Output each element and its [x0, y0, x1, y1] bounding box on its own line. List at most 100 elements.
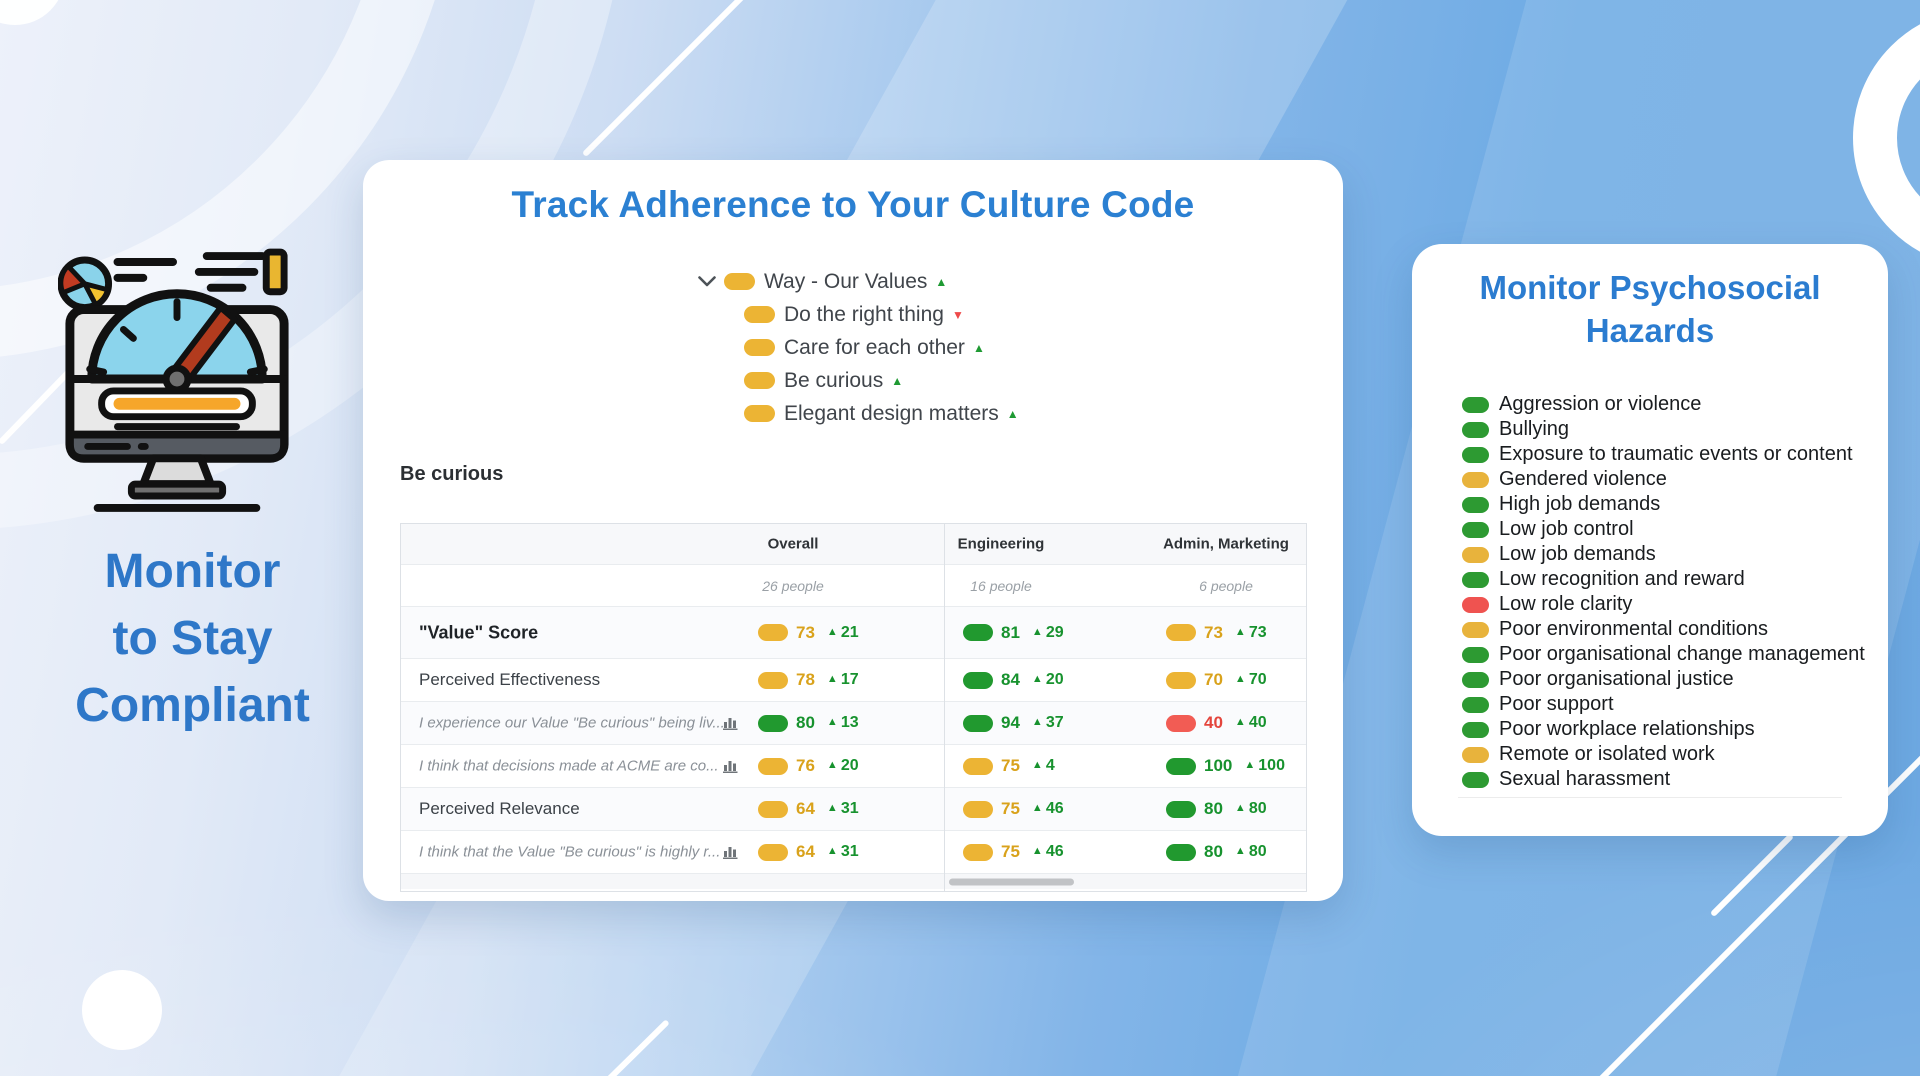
status-pill — [1462, 546, 1489, 563]
score-pill — [758, 800, 788, 818]
list-item: Gendered violence — [1462, 467, 1865, 492]
score-pill — [724, 273, 755, 290]
table-row: I think that decisions made at ACME are … — [401, 744, 1306, 787]
trend-arrow-icon: ▲ — [1031, 802, 1043, 814]
score-pill — [758, 714, 788, 732]
tree-item-way-our-values[interactable]: Way - Our Values ▲ — [698, 265, 1019, 298]
list-item: Poor workplace relationships — [1462, 717, 1865, 742]
bar-chart-icon[interactable] — [723, 716, 739, 730]
list-item: Poor organisational justice — [1462, 667, 1865, 692]
list-item: Low job control — [1462, 517, 1865, 542]
trend-arrow-icon: ▼ — [951, 307, 964, 322]
trend-arrow-icon: ▲ — [826, 625, 838, 638]
decorative-line — [581, 0, 746, 158]
chevron-down-icon[interactable] — [698, 276, 716, 287]
trend-arrow-icon: ▲ — [935, 274, 948, 289]
culture-code-card: Track Adherence to Your Culture Code Way… — [363, 160, 1343, 901]
list-item: Poor organisational change management — [1462, 642, 1865, 667]
trend-arrow-icon: ▲ — [1031, 673, 1043, 685]
table-row: I experience our Value "Be curious" bein… — [401, 701, 1306, 744]
column-header: Engineering — [957, 535, 1045, 553]
trend-arrow-icon: ▲ — [1244, 759, 1256, 771]
status-pill — [1462, 696, 1489, 713]
column-divider — [944, 524, 945, 891]
list-item: Poor support — [1462, 692, 1865, 717]
score-pill — [963, 757, 993, 775]
list-item: Sexual harassment — [1462, 767, 1865, 792]
bar-chart-icon[interactable] — [723, 845, 739, 859]
score-pill — [744, 339, 775, 356]
list-item: Bullying — [1462, 417, 1865, 442]
list-item: High job demands — [1462, 492, 1865, 517]
divider — [1458, 797, 1842, 798]
status-pill — [1462, 646, 1489, 663]
people-count-row: 26 people 16 people 6 people — [401, 564, 1306, 606]
status-pill — [1462, 671, 1489, 688]
list-item: Remote or isolated work — [1462, 742, 1865, 767]
caption-line: Monitor — [104, 545, 281, 598]
tree-item-elegant-design-matters[interactable]: Elegant design matters ▲ — [744, 397, 1019, 430]
trend-arrow-icon: ▲ — [1031, 845, 1043, 857]
tree-item-care-for-each-other[interactable]: Care for each other ▲ — [744, 331, 1019, 364]
list-item: Aggression or violence — [1462, 392, 1865, 417]
score-pill — [963, 624, 993, 641]
list-item: Exposure to traumatic events or content — [1462, 442, 1865, 467]
trend-arrow-icon: ▲ — [1234, 802, 1246, 814]
status-pill — [1462, 471, 1489, 488]
tree-item-do-the-right-thing[interactable]: Do the right thing ▼ — [744, 298, 1019, 331]
trend-arrow-icon: ▲ — [1234, 845, 1246, 857]
table-row: "Value" Score 73 ▲ 21 81 ▲ 29 73 ▲ 73 — [401, 606, 1306, 658]
bar-chart-icon[interactable] — [723, 759, 739, 773]
table-scroll-row — [401, 873, 1306, 889]
list-item: Poor environmental conditions — [1462, 617, 1865, 642]
score-pill — [1166, 714, 1196, 732]
table-row: I think that the Value "Be curious" is h… — [401, 830, 1306, 873]
trend-arrow-icon: ▲ — [1006, 406, 1019, 421]
card-title: Monitor Psychosocial Hazards — [1479, 269, 1821, 349]
left-caption: Monitor to Stay Compliant — [20, 538, 365, 739]
caption-line: to Stay — [112, 612, 273, 665]
status-pill — [1462, 596, 1489, 613]
column-header: Admin, Marketing — [1163, 535, 1289, 553]
table-row: Perceived Relevance 64 ▲ 31 75 ▲ 46 80 ▲ 80 — [401, 787, 1306, 830]
status-pill — [1462, 771, 1489, 788]
score-pill — [963, 843, 993, 861]
score-pill — [758, 624, 788, 641]
status-pill — [1462, 396, 1489, 413]
score-pill — [963, 671, 993, 689]
score-pill — [963, 714, 993, 732]
status-pill — [1462, 746, 1489, 763]
trend-arrow-icon: ▲ — [1234, 716, 1246, 728]
trend-arrow-icon: ▲ — [1031, 759, 1043, 771]
score-pill — [758, 843, 788, 861]
section-heading: Be curious — [400, 463, 504, 485]
trend-arrow-icon: ▲ — [1031, 625, 1043, 638]
horizontal-scrollbar-thumb[interactable] — [949, 878, 1074, 885]
trend-arrow-icon: ▲ — [826, 845, 838, 857]
score-pill — [758, 671, 788, 689]
people-count: 16 people — [970, 577, 1032, 594]
score-pill — [1166, 757, 1196, 775]
table-row: Perceived Effectiveness 78 ▲ 17 84 ▲ 20 70 ▲ 7… — [401, 658, 1306, 701]
score-pill — [1166, 800, 1196, 818]
status-pill — [1462, 571, 1489, 588]
list-item: Low recognition and reward — [1462, 567, 1865, 592]
decorative-circle — [82, 970, 162, 1050]
marketing-canvas: Monitor to Stay Compliant Track Adherenc… — [0, 0, 1920, 1076]
score-pill — [1166, 624, 1196, 641]
score-pill — [758, 757, 788, 775]
hazards-list: Aggression or violence Bullying Exposure… — [1462, 392, 1865, 792]
scores-table: Overall Engineering Admin, Marketing 26 … — [400, 523, 1307, 892]
monitor-gauge-illustration — [57, 246, 296, 514]
caption-line: Compliant — [75, 679, 310, 732]
score-pill — [1166, 671, 1196, 689]
trend-arrow-icon: ▲ — [1031, 716, 1043, 728]
psychosocial-hazards-card: Monitor Psychosocial Hazards Aggression … — [1412, 244, 1888, 836]
trend-arrow-icon: ▲ — [826, 673, 838, 685]
score-pill — [963, 800, 993, 818]
tree-item-be-curious[interactable]: Be curious ▲ — [744, 364, 1019, 397]
trend-arrow-icon: ▲ — [1234, 673, 1246, 685]
table-header-row: Overall Engineering Admin, Marketing — [401, 524, 1306, 564]
column-header: Overall — [767, 535, 819, 553]
trend-arrow-icon: ▲ — [1234, 625, 1246, 638]
